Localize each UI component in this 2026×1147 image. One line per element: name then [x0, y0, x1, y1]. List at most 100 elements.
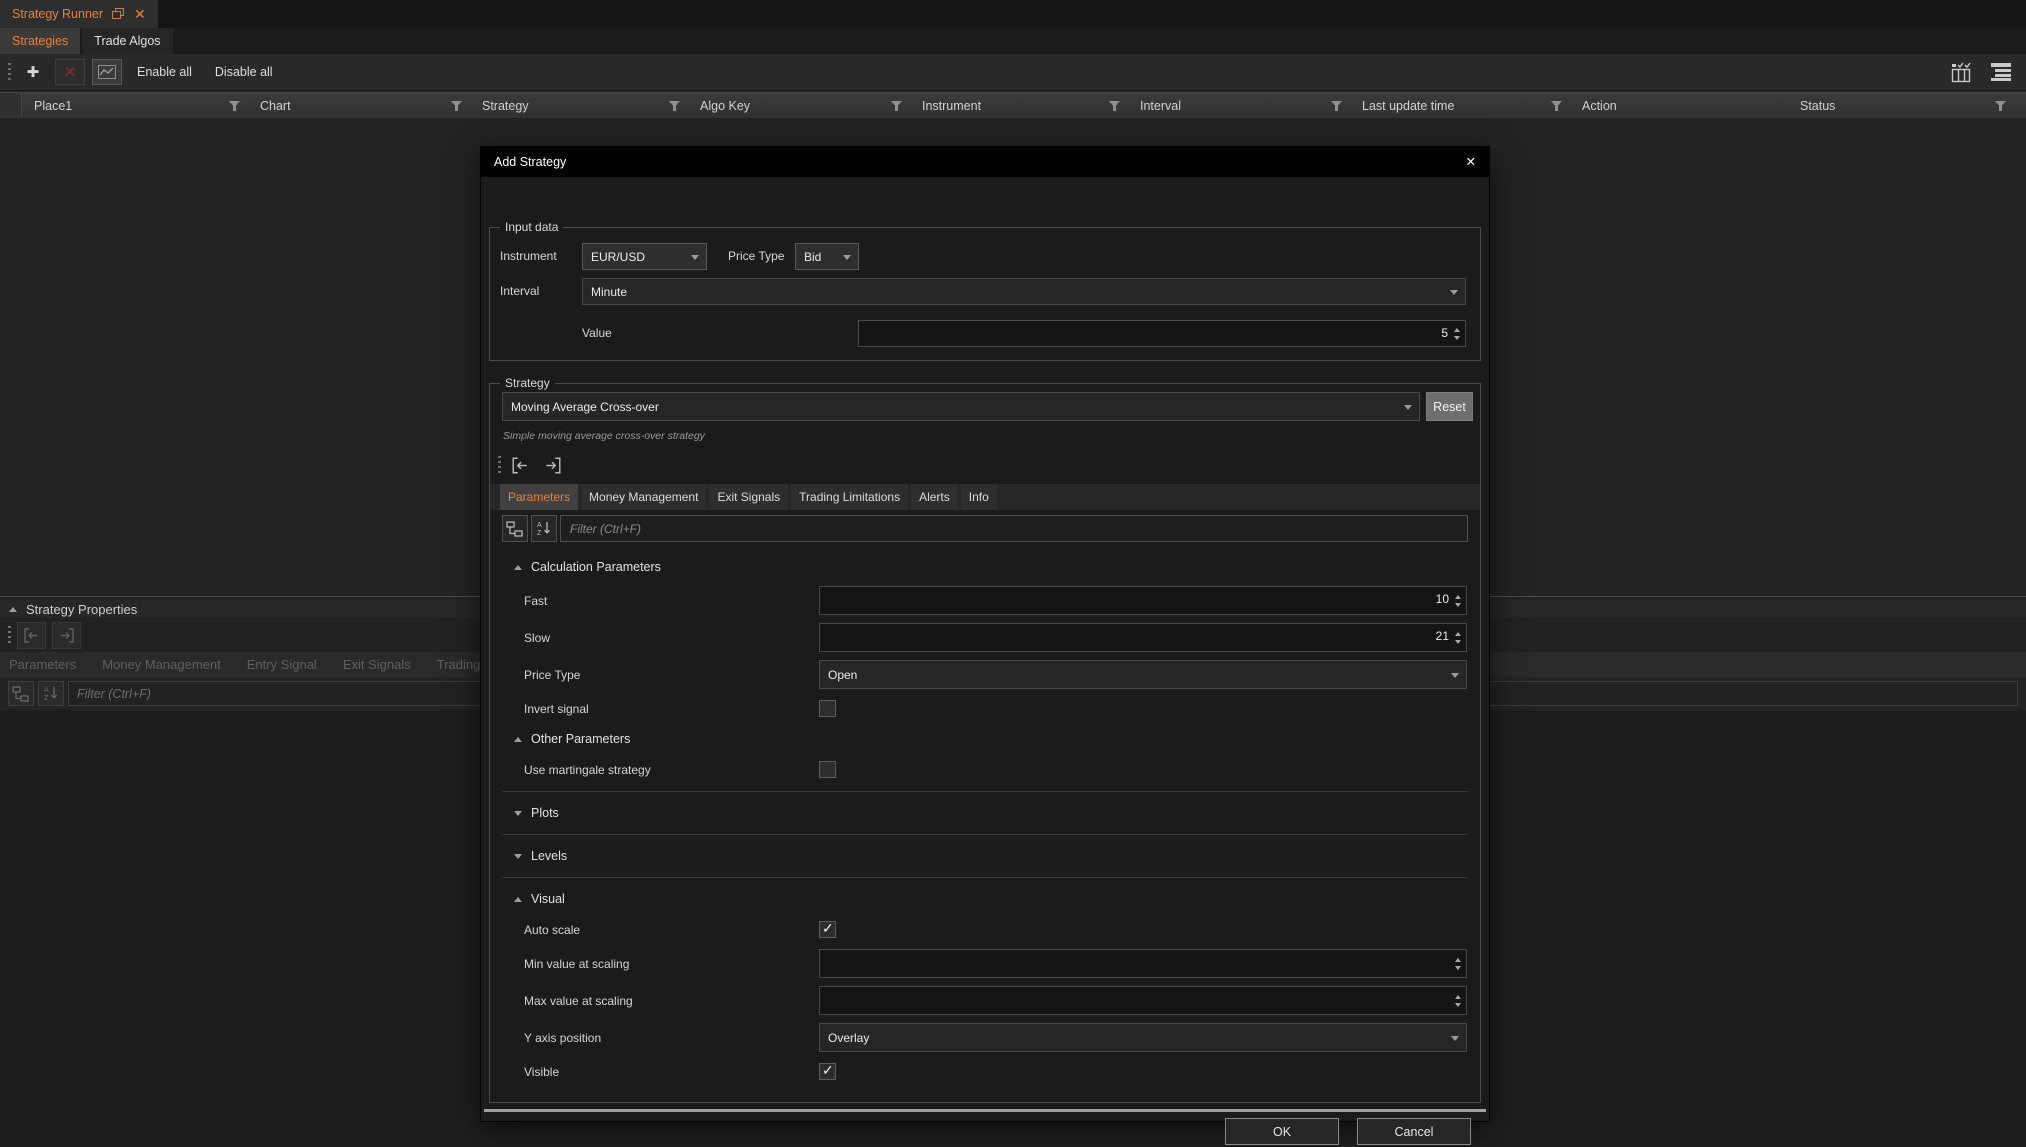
filter-icon[interactable]	[1331, 101, 1342, 111]
main-tab-strategies[interactable]: Strategies	[0, 28, 80, 54]
enable-all-button[interactable]: Enable all	[129, 65, 200, 79]
show-chart-button[interactable]	[92, 59, 122, 85]
grid-menu-button[interactable]	[1990, 62, 2012, 82]
strategy-toolbar-grip-handle[interactable]	[498, 456, 501, 474]
export-icon	[58, 627, 75, 644]
close-window-icon[interactable]: ✕	[134, 7, 146, 21]
instrument-label: Instrument	[500, 243, 557, 270]
sort-button[interactable]: AZ	[531, 515, 557, 542]
dialog-body: Input data Instrument EUR/USD Price Type…	[481, 177, 1489, 1123]
column-header-last-update-time[interactable]: Last update time	[1350, 93, 1570, 118]
export-parameters-button[interactable]	[539, 452, 565, 478]
slow-spinner[interactable]: 21	[819, 623, 1467, 652]
window-tab-strategy-runner[interactable]: Strategy Runner ✕	[0, 0, 158, 28]
spinner-arrows-icon[interactable]	[1454, 328, 1460, 340]
column-header-interval[interactable]: Interval	[1128, 93, 1350, 118]
filter-icon[interactable]	[891, 101, 902, 111]
strategy-tab-exit-signals[interactable]: Exit Signals	[709, 484, 788, 510]
expand-section-icon[interactable]	[514, 854, 522, 859]
reset-button[interactable]: Reset	[1426, 392, 1473, 421]
export-parameters-button[interactable]	[52, 622, 81, 649]
properties-tab-exit-signals[interactable]: Exit Signals	[343, 657, 411, 672]
collapse-section-icon[interactable]	[514, 737, 522, 742]
filter-icon[interactable]	[451, 101, 462, 111]
section-header-calculation-parameters[interactable]: Calculation Parameters	[502, 552, 1468, 582]
strategy-tab-trading-limitations[interactable]: Trading Limitations	[791, 484, 908, 510]
interval-dropdown[interactable]: Minute	[582, 278, 1466, 305]
main-tab-trade-algos[interactable]: Trade Algos	[82, 28, 172, 54]
toolbar-grip-handle[interactable]	[8, 63, 11, 81]
delete-strategy-button[interactable]: ✕	[55, 59, 85, 85]
price-type-dropdown[interactable]: Open	[819, 660, 1467, 689]
spinner-arrows-icon[interactable]	[1455, 632, 1461, 644]
auto-scale-checkbox[interactable]	[819, 921, 836, 938]
collapse-section-icon[interactable]	[514, 565, 522, 570]
section-header-other-parameters[interactable]: Other Parameters	[502, 724, 1468, 754]
expand-section-icon[interactable]	[514, 811, 522, 816]
strategy-tab-alerts[interactable]: Alerts	[911, 484, 958, 510]
instrument-dropdown[interactable]: EUR/USD	[582, 243, 707, 270]
y-axis-position-dropdown[interactable]: Overlay	[819, 1023, 1467, 1052]
column-header-status[interactable]: Status	[1788, 93, 2014, 118]
add-strategy-dialog: Add Strategy ✕ Input data Instrument EUR…	[480, 146, 1490, 1122]
filter-icon[interactable]	[669, 101, 680, 111]
strategy-tab-money-management[interactable]: Money Management	[581, 484, 706, 510]
spinner-arrows-icon[interactable]	[1455, 595, 1461, 607]
price-type-dropdown[interactable]: Bid	[795, 243, 859, 270]
section-title: Other Parameters	[531, 732, 630, 746]
properties-tab-entry-signal[interactable]: Entry Signal	[247, 657, 317, 672]
instrument-value: EUR/USD	[591, 250, 645, 264]
column-header-algo-key[interactable]: Algo Key	[688, 93, 910, 118]
add-strategy-button[interactable]: ✚	[18, 59, 48, 85]
dialog-close-icon[interactable]: ✕	[1466, 156, 1476, 169]
strategy-tab-info[interactable]: Info	[961, 484, 997, 510]
column-header-instrument[interactable]: Instrument	[910, 93, 1128, 118]
ok-button[interactable]: OK	[1225, 1118, 1339, 1145]
parameters-filter-input[interactable]	[560, 515, 1468, 542]
filter-icon[interactable]	[1551, 101, 1562, 111]
use-martingale-strategy-checkbox[interactable]	[819, 761, 836, 778]
dialog-title-bar: Add Strategy ✕	[481, 147, 1489, 177]
disable-all-button[interactable]: Disable all	[207, 65, 281, 79]
cancel-button[interactable]: Cancel	[1357, 1118, 1471, 1145]
window-tab-title: Strategy Runner	[12, 7, 103, 21]
column-header-chart[interactable]: Chart	[248, 93, 470, 118]
section-header-levels[interactable]: Levels	[502, 841, 1468, 871]
properties-tree-view-button[interactable]	[8, 681, 34, 706]
strategy-dropdown[interactable]: Moving Average Cross-over	[502, 392, 1420, 421]
column-label: Place1	[34, 99, 72, 113]
filter-icon[interactable]	[1109, 101, 1120, 111]
properties-tab-parameters[interactable]: Parameters	[9, 657, 76, 672]
column-header-action[interactable]: Action	[1570, 93, 1788, 118]
strategy-tab-parameters[interactable]: Parameters	[500, 484, 578, 510]
invert-signal-checkbox[interactable]	[819, 700, 836, 717]
section-header-visual[interactable]: Visual	[502, 884, 1468, 914]
column-chooser-button[interactable]	[1951, 62, 1974, 83]
chevron-down-icon	[1451, 673, 1459, 678]
filter-icon[interactable]	[1995, 101, 2006, 111]
parameter-label: Price Type	[524, 668, 819, 682]
value-spinner[interactable]: 5	[858, 320, 1466, 347]
spinner-arrows-icon[interactable]	[1455, 995, 1461, 1007]
strategy-tab-bar: ParametersMoney ManagementExit SignalsTr…	[490, 484, 1480, 510]
visible-checkbox[interactable]	[819, 1063, 836, 1080]
properties-tab-money-management[interactable]: Money Management	[102, 657, 221, 672]
properties-sort-button[interactable]: AZ	[38, 681, 64, 706]
import-parameters-button[interactable]	[17, 622, 46, 649]
column-header-strategy[interactable]: Strategy	[470, 93, 688, 118]
min-value-at-scaling-spinner[interactable]	[819, 949, 1467, 978]
collapse-section-icon[interactable]	[514, 897, 522, 902]
tree-view-button[interactable]	[502, 515, 528, 542]
filter-icon[interactable]	[229, 101, 240, 111]
properties-grip-handle[interactable]	[8, 626, 11, 644]
fast-spinner[interactable]: 10	[819, 586, 1467, 615]
collapse-panel-icon[interactable]	[9, 607, 17, 612]
column-header-place1[interactable]: Place1	[22, 93, 248, 118]
section-header-plots[interactable]: Plots	[502, 798, 1468, 828]
parameter-label: Fast	[524, 594, 819, 608]
max-value-at-scaling-spinner[interactable]	[819, 986, 1467, 1015]
dialog-splitter[interactable]	[484, 1109, 1486, 1112]
restore-window-icon[interactable]	[112, 8, 125, 20]
spinner-arrows-icon[interactable]	[1455, 958, 1461, 970]
import-parameters-button[interactable]	[507, 452, 533, 478]
